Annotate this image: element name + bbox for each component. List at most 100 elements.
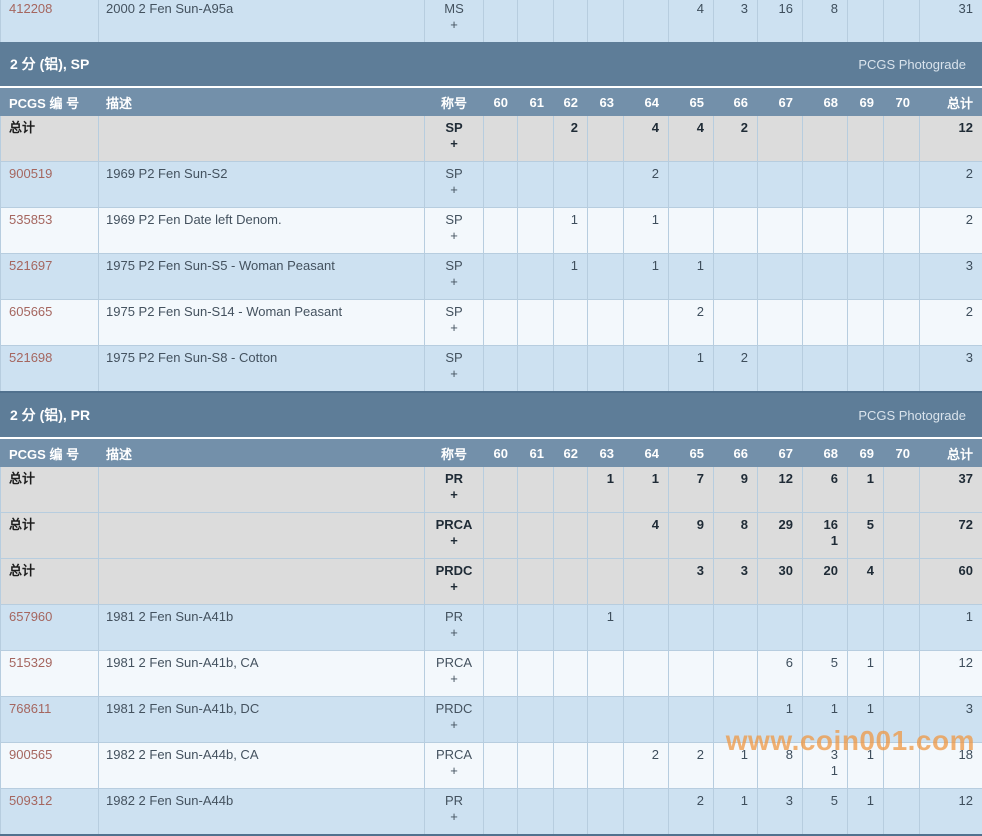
- designation-cell: SP+: [425, 162, 484, 208]
- grade-cell-65: 3: [669, 559, 714, 605]
- grade-count: [484, 563, 508, 579]
- grade-count: 1: [669, 258, 704, 274]
- pcgs-number-link[interactable]: 768611: [9, 701, 98, 717]
- col-header-pcgs-number: PCGS 编 号: [1, 440, 99, 467]
- grade-count: [884, 517, 910, 533]
- pcgs-number-cell: 412208: [1, 0, 99, 42]
- col-header-grade-64: 64: [624, 89, 669, 116]
- total-count: 3: [920, 350, 973, 366]
- grade-cell-70: [884, 300, 920, 346]
- grade-cell-63: [588, 162, 624, 208]
- grade-count-line2: [624, 487, 659, 503]
- grade-count: [554, 701, 578, 717]
- grade-cell-66: 2: [714, 116, 758, 162]
- pcgs-number-link[interactable]: 900519: [9, 166, 98, 182]
- photograde-link[interactable]: PCGS Photograde: [858, 57, 966, 72]
- pcgs-number-link[interactable]: 521698: [9, 350, 98, 366]
- grade-count: [484, 166, 508, 182]
- grade-cell-63: [588, 789, 624, 836]
- grade-cell-62: [554, 651, 588, 697]
- grade-cell-64: 1: [624, 208, 669, 254]
- grade-count: 3: [669, 563, 704, 579]
- pcgs-number-link[interactable]: 535853: [9, 212, 98, 228]
- grade-count: [484, 304, 508, 320]
- pcgs-number-link[interactable]: 521697: [9, 258, 98, 274]
- column-header-row: PCGS 编 号描述称号6061626364656667686970总计: [1, 89, 982, 116]
- grade-count: [518, 120, 544, 136]
- grade-count-line2: [518, 717, 544, 733]
- grade-count-line2: [714, 487, 748, 503]
- grade-count-line2: [588, 533, 614, 549]
- pcgs-number-link[interactable]: 900565: [9, 747, 98, 763]
- grade-count-line2: [624, 671, 659, 687]
- total-cell: 3: [920, 346, 982, 393]
- grade-cell-60: [484, 346, 518, 393]
- pcgs-number-link[interactable]: 509312: [9, 793, 98, 809]
- grade-cell-60: [484, 467, 518, 513]
- designation-text-line2: +: [425, 717, 483, 733]
- grade-count: [624, 793, 659, 809]
- designation-text: PRDC: [425, 563, 483, 579]
- partial-table-clip: 4122082000 2 Fen Sun-A95aMS+ 4 3 16 8 31: [0, 0, 982, 42]
- grade-count: 1: [803, 701, 838, 717]
- designation-text-line2: +: [425, 274, 483, 290]
- grade-count: 1: [624, 258, 659, 274]
- designation-cell: PRDC+: [425, 697, 484, 743]
- grade-count: 1: [848, 655, 874, 671]
- designation-text-line2: +: [425, 136, 483, 152]
- grade-count: [554, 517, 578, 533]
- pcgs-number-link[interactable]: 605665: [9, 304, 98, 320]
- grade-cell-69: [848, 0, 884, 42]
- grade-count-line2: [624, 228, 659, 244]
- pcgs-number-cell: 521698: [1, 346, 99, 393]
- grade-cell-64: 4: [624, 116, 669, 162]
- designation-cell: PRCA+: [425, 513, 484, 559]
- grade-count: 20: [803, 563, 838, 579]
- grade-count: [848, 258, 874, 274]
- pcgs-number-link[interactable]: 657960: [9, 609, 98, 625]
- grade-count: 4: [624, 517, 659, 533]
- pcgs-number-cell: 605665: [1, 300, 99, 346]
- total-count-line2: [920, 809, 973, 825]
- grade-count: [624, 563, 659, 579]
- designation-cell: SP+: [425, 254, 484, 300]
- pcgs-number-link[interactable]: 515329: [9, 655, 98, 671]
- designation-cell: SP+: [425, 346, 484, 393]
- grade-count-line2: [848, 763, 874, 779]
- grade-count: 3: [714, 563, 748, 579]
- pcgs-number-cell: 515329: [1, 651, 99, 697]
- grade-cell-65: 2: [669, 789, 714, 836]
- grade-cell-68: [803, 208, 848, 254]
- col-header-grade-61: 61: [518, 89, 554, 116]
- description-text: 1981 2 Fen Sun-A41b, CA: [106, 655, 424, 671]
- grade-cell-62: 1: [554, 208, 588, 254]
- total-count: 60: [920, 563, 973, 579]
- grade-cell-64: [624, 559, 669, 605]
- designation-cell: PR+: [425, 789, 484, 836]
- pcgs-number-link[interactable]: 412208: [9, 1, 98, 17]
- col-header-grade-63: 63: [588, 89, 624, 116]
- description-cell: 2000 2 Fen Sun-A95a: [99, 0, 425, 42]
- population-table-pr: PCGS 编 号描述称号6061626364656667686970总计总计 P…: [0, 439, 982, 836]
- description-text: 1969 P2 Fen Sun-S2: [106, 166, 424, 182]
- total-count-line2: [920, 182, 973, 198]
- grade-cell-63: [588, 513, 624, 559]
- grade-count: 5: [803, 655, 838, 671]
- grade-count-line2: [803, 274, 838, 290]
- grade-count-line2: [588, 487, 614, 503]
- grade-count-line2: [848, 717, 874, 733]
- designation-text-line2: +: [425, 763, 483, 779]
- total-row: 总计 PR+ 1 1 7 9 12 6 1 37: [1, 467, 982, 513]
- designation-text-line2: +: [425, 579, 483, 595]
- grade-count-line2: [714, 625, 748, 641]
- col-header-total: 总计: [920, 89, 982, 116]
- grade-count-line2: [884, 136, 910, 152]
- photograde-link[interactable]: PCGS Photograde: [858, 408, 966, 423]
- pcgs-number-cell: 900519: [1, 162, 99, 208]
- grade-count: 3: [758, 793, 793, 809]
- total-count: 2: [920, 304, 973, 320]
- description-text: 1981 2 Fen Sun-A41b: [106, 609, 424, 625]
- designation-text: PRCA: [425, 747, 483, 763]
- grade-count-line2: [624, 717, 659, 733]
- grade-cell-70: [884, 559, 920, 605]
